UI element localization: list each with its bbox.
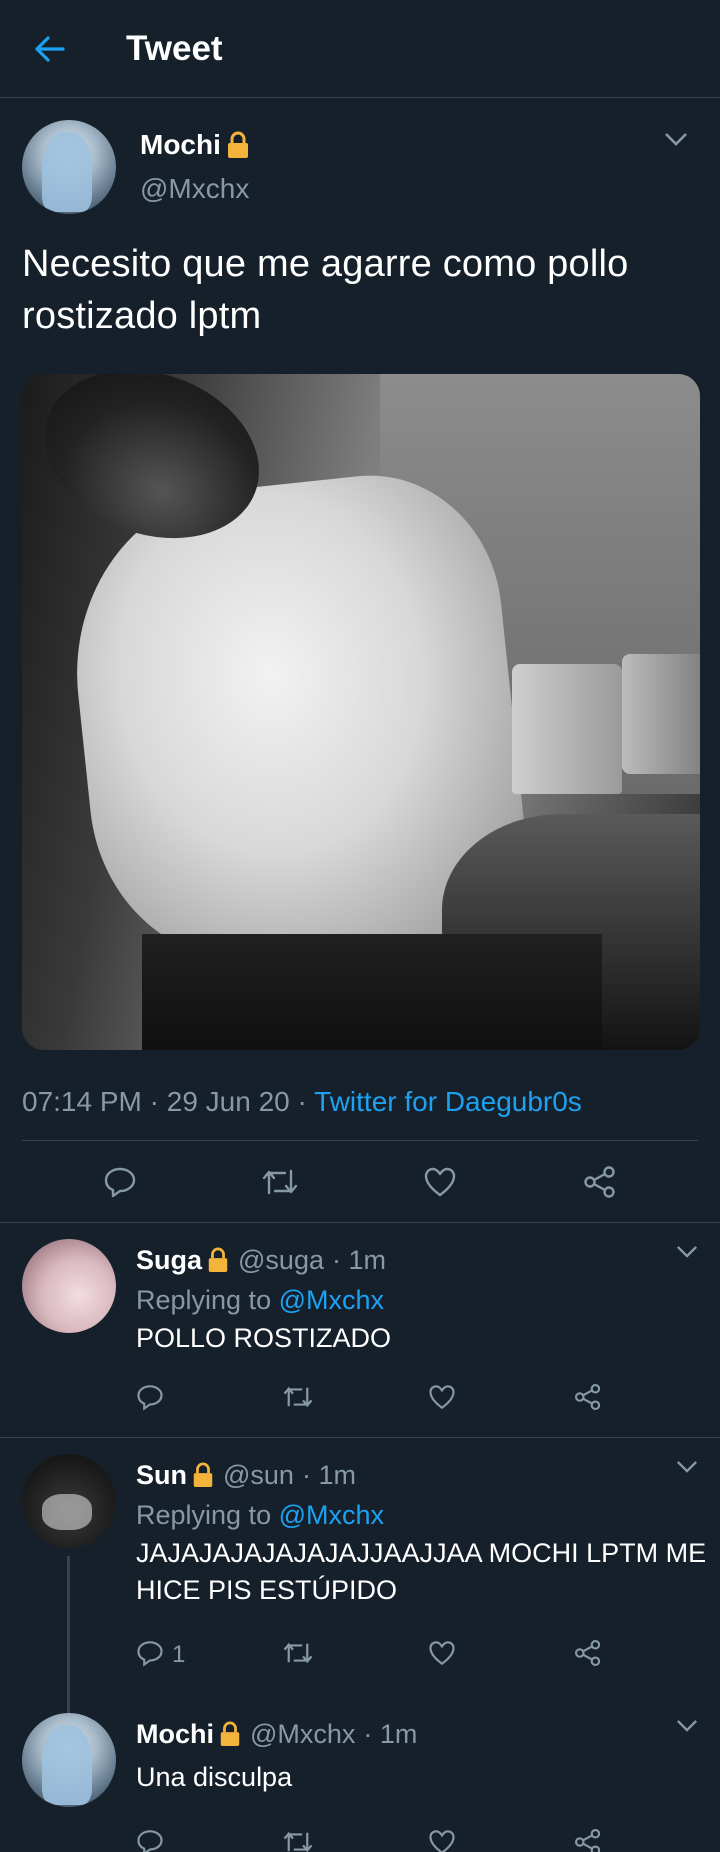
main-tweet: Mochi @Mxchx Necesito que me agarre como… bbox=[0, 98, 720, 1223]
reply-handle[interactable]: @Mxchx bbox=[250, 1719, 355, 1750]
share-icon[interactable] bbox=[574, 1383, 602, 1416]
display-name-text: Mochi bbox=[140, 129, 221, 160]
author-row: Mochi @Mxchx bbox=[22, 98, 698, 216]
tweet-time: 07:14 PM bbox=[22, 1086, 142, 1117]
reply-icon[interactable] bbox=[136, 1639, 164, 1672]
avatar[interactable] bbox=[22, 1713, 116, 1807]
reply-text: POLLO ROSTIZADO bbox=[136, 1323, 392, 1353]
reply-actions bbox=[136, 1814, 720, 1852]
retweet-icon[interactable] bbox=[282, 1640, 314, 1671]
replying-to-link[interactable]: @Mxchx bbox=[279, 1500, 384, 1530]
reply-item[interactable]: Suga @suga · 1m Replying to @Mxchx POLLO… bbox=[0, 1223, 720, 1438]
retweet-icon[interactable] bbox=[260, 1162, 300, 1202]
reply-handle[interactable]: @sun bbox=[223, 1460, 294, 1491]
share-icon[interactable] bbox=[580, 1162, 620, 1202]
replying-to-link[interactable]: @Mxchx bbox=[279, 1285, 384, 1315]
tweet-meta: 07:14 PM · 29 Jun 20 · Twitter for Daegu… bbox=[22, 1086, 698, 1141]
heart-icon[interactable] bbox=[420, 1162, 460, 1202]
heart-icon[interactable] bbox=[428, 1639, 456, 1672]
reply-item[interactable]: Mochi @Mxchx · 1m Una disculpa bbox=[0, 1697, 720, 1852]
reply-display-name[interactable]: Suga bbox=[136, 1245, 202, 1276]
reply-time: · 1m bbox=[301, 1459, 356, 1490]
reply-actions: 1 bbox=[136, 1625, 720, 1685]
chevron-down-icon[interactable] bbox=[664, 132, 688, 151]
retweet-icon[interactable] bbox=[282, 1829, 314, 1852]
chevron-down-icon[interactable] bbox=[676, 1245, 698, 1263]
display-name[interactable]: Mochi bbox=[140, 129, 251, 161]
heart-icon[interactable] bbox=[428, 1383, 456, 1416]
reply-time: · 1m bbox=[363, 1718, 418, 1749]
heart-icon[interactable] bbox=[428, 1828, 456, 1852]
reply-icon[interactable] bbox=[136, 1828, 164, 1852]
reply-icon[interactable] bbox=[100, 1162, 140, 1202]
author-handle[interactable]: @Mxchx bbox=[140, 173, 251, 205]
replying-to-label: Replying to bbox=[136, 1500, 272, 1530]
meta-separator: · bbox=[149, 1086, 159, 1117]
tweet-actions bbox=[0, 1141, 720, 1223]
tweet-source-link[interactable]: Twitter for Daegubr0s bbox=[314, 1086, 582, 1117]
lock-icon bbox=[191, 1461, 215, 1489]
share-icon[interactable] bbox=[574, 1639, 602, 1672]
reply-text: JAJAJAJAJAJAJAJJAAJJAA MOCHI LPTM ME HIC… bbox=[136, 1538, 707, 1605]
arrow-left-icon[interactable] bbox=[30, 29, 70, 69]
lock-icon bbox=[206, 1246, 230, 1274]
reply-display-name[interactable]: Mochi bbox=[136, 1719, 214, 1750]
reply-display-name[interactable]: Sun bbox=[136, 1460, 187, 1491]
reply-time: · 1m bbox=[331, 1244, 386, 1275]
reply-actions bbox=[136, 1369, 720, 1429]
avatar[interactable] bbox=[22, 120, 116, 214]
reply-text: Una disculpa bbox=[136, 1762, 293, 1792]
reply-item[interactable]: Sun @sun · 1m Replying to @Mxchx JAJAJAJ… bbox=[0, 1438, 720, 1736]
retweet-icon[interactable] bbox=[282, 1384, 314, 1415]
share-icon[interactable] bbox=[574, 1828, 602, 1852]
tweet-text: Necesito que me agarre como pollo rostiz… bbox=[22, 243, 629, 337]
top-bar: Tweet bbox=[0, 0, 720, 98]
tweet-date: 29 Jun 20 bbox=[166, 1086, 290, 1117]
lock-icon bbox=[225, 130, 251, 160]
page-title: Tweet bbox=[126, 28, 223, 68]
avatar[interactable] bbox=[22, 1239, 116, 1333]
chevron-down-icon[interactable] bbox=[676, 1719, 698, 1737]
replying-to-label: Replying to bbox=[136, 1285, 272, 1315]
reply-icon[interactable] bbox=[136, 1383, 164, 1416]
meta-separator: · bbox=[297, 1086, 307, 1117]
avatar[interactable] bbox=[22, 1454, 116, 1548]
reply-handle[interactable]: @suga bbox=[238, 1245, 324, 1276]
reply-count: 1 bbox=[172, 1641, 186, 1668]
tweet-photo[interactable] bbox=[22, 374, 700, 1050]
lock-icon bbox=[218, 1720, 242, 1748]
chevron-down-icon[interactable] bbox=[676, 1460, 698, 1478]
